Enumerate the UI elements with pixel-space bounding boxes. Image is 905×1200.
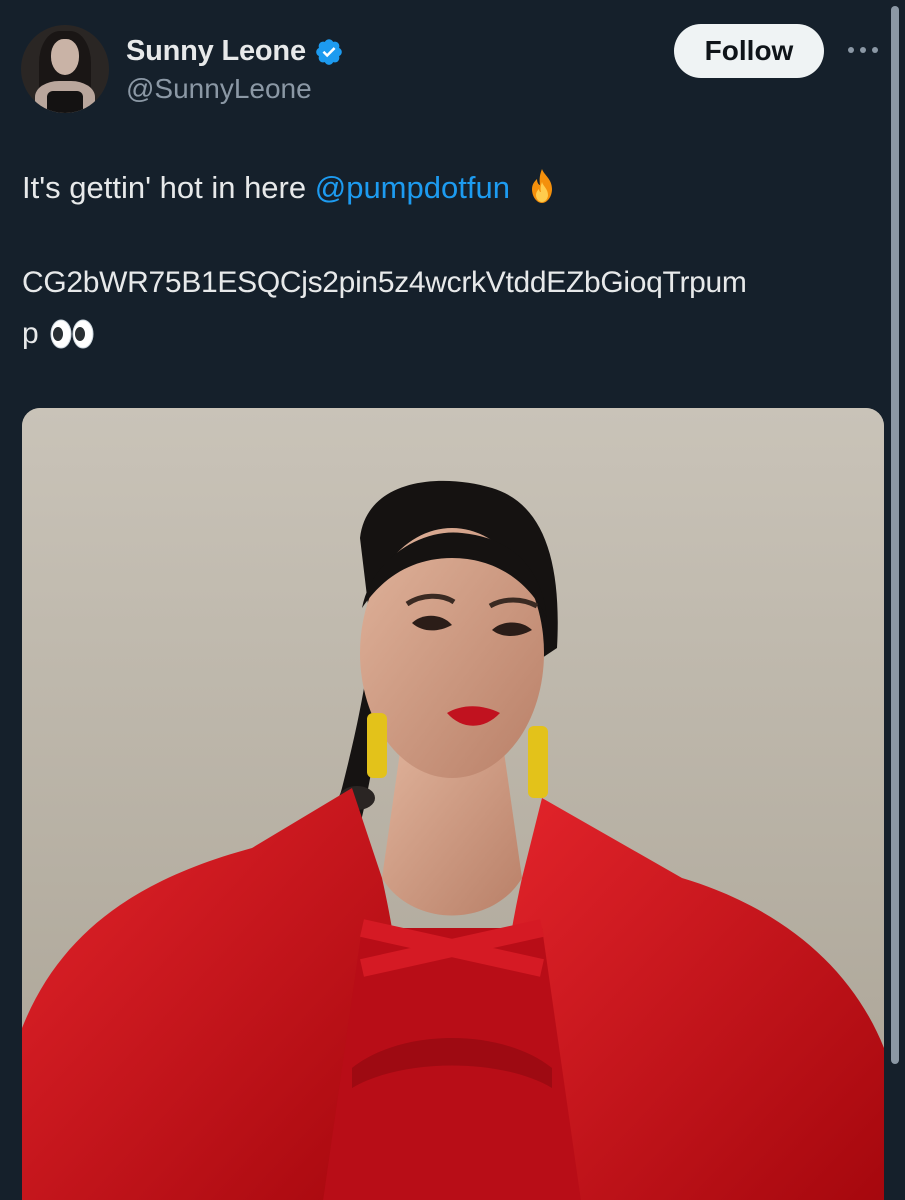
tweet-photo[interactable] bbox=[22, 408, 884, 1200]
author-handle[interactable]: @SunnyLeone bbox=[126, 73, 312, 105]
verified-badge-icon bbox=[316, 38, 342, 65]
photo-illustration bbox=[22, 408, 884, 1200]
more-options-icon[interactable] bbox=[846, 38, 880, 62]
tweet-text-line-1: It's gettin' hot in here @pumpdotfun bbox=[22, 168, 559, 206]
tweet-page: Sunny Leone @SunnyLeone Follow It's gett… bbox=[0, 0, 905, 1200]
tweet-text-line-2: CG2bWR75B1ESQCjs2pin5z4wcrkVtddEZbGioqTr… bbox=[22, 266, 747, 299]
tweet-text-prefix: It's gettin' hot in here bbox=[22, 170, 315, 205]
author-display-name[interactable]: Sunny Leone bbox=[126, 35, 306, 68]
tweet-text-line-3: p bbox=[22, 317, 95, 351]
eyes-emoji-icon bbox=[50, 319, 94, 349]
scrollbar-thumb[interactable] bbox=[891, 6, 899, 1064]
avatar[interactable] bbox=[21, 25, 109, 113]
tweet-text-line-3-text: p bbox=[22, 317, 39, 350]
author-name-row[interactable]: Sunny Leone bbox=[126, 35, 344, 68]
fire-emoji-icon bbox=[531, 169, 552, 203]
mention-link[interactable]: @pumpdotfun bbox=[315, 170, 510, 205]
follow-button[interactable]: Follow bbox=[674, 24, 824, 78]
